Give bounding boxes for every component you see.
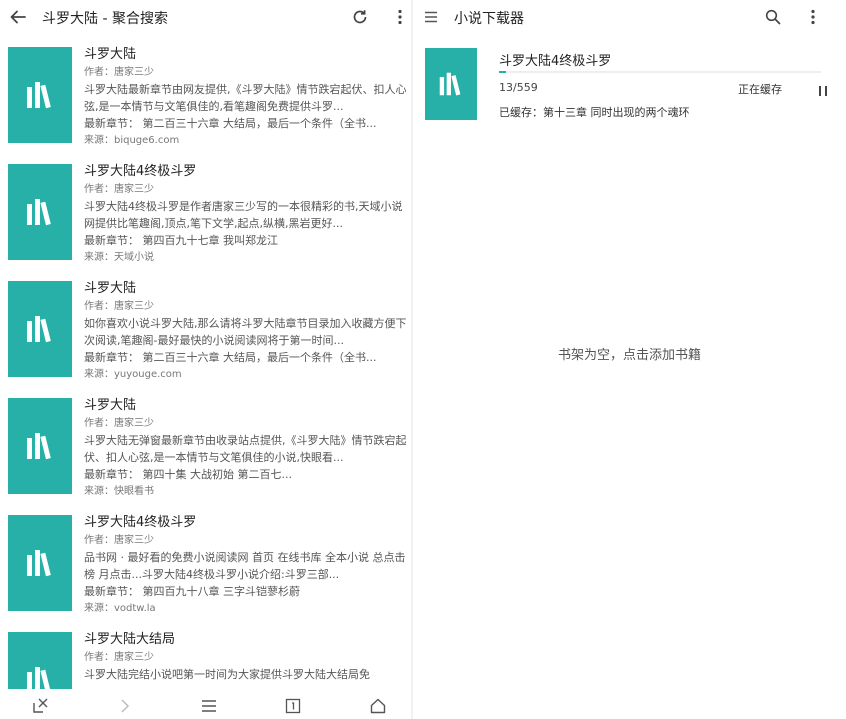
book-author: 作者：唐家三少 <box>84 652 154 663</box>
book-description: 斗罗大陆4终极斗罗是作者唐家三少写的一本很精彩的书,天域小说网提供比笔趣阁,顶点… <box>84 200 403 230</box>
result-item[interactable]: 斗罗大陆 作者：唐家三少 如你喜欢小说斗罗大陆,那么请将斗罗大陆章节目录加入收藏… <box>0 270 411 387</box>
book-title: 斗罗大陆 <box>84 398 137 413</box>
book-cover <box>8 515 72 611</box>
tabs-icon <box>285 698 301 714</box>
forward-button[interactable] <box>110 692 138 719</box>
books-icon <box>27 316 51 343</box>
result-item[interactable]: 斗罗大陆 作者：唐家三少 斗罗大陆无弹窗最新章节由收录站点提供,《斗罗大陆》情节… <box>0 387 411 504</box>
search-button[interactable] <box>759 3 787 31</box>
pause-icon <box>819 86 827 96</box>
books-icon <box>27 550 51 577</box>
book-cover <box>425 48 477 120</box>
download-progress-bar <box>499 71 821 73</box>
download-book-title: 斗罗大陆4终极斗罗 <box>499 54 612 69</box>
app-title: 小说下载器 <box>454 11 524 27</box>
result-item[interactable]: 斗罗大陆4终极斗罗 作者：唐家三少 斗罗大陆4终极斗罗是作者唐家三少写的一本很精… <box>0 153 411 270</box>
search-icon <box>765 9 781 25</box>
result-item[interactable]: 斗罗大陆大结局 作者：唐家三少 斗罗大陆完结小说吧第一时间为大家提供斗罗大陆大结… <box>0 621 411 689</box>
cached-chapter: 已缓存：第十三章 同时出现的两个魂环 <box>499 106 690 119</box>
more-options-button[interactable] <box>386 3 411 31</box>
more-vert-icon <box>398 9 402 25</box>
home-icon <box>370 698 386 714</box>
book-source: 来源：天域小说 <box>84 252 154 263</box>
close-page-button[interactable] <box>26 692 54 719</box>
close-page-icon <box>33 698 48 713</box>
page-title: 斗罗大陆 - 聚合搜索 <box>42 11 168 27</box>
result-item[interactable]: 斗罗大陆4终极斗罗 作者：唐家三少 品书网 · 最好看的免费小说阅读网 首页 在… <box>0 504 411 621</box>
book-description: 品书网 · 最好看的免费小说阅读网 首页 在线书库 全本小说 总点击榜 月点击.… <box>84 551 406 581</box>
browser-bottom-bar <box>0 689 411 719</box>
book-cover <box>8 398 72 494</box>
book-cover <box>8 47 72 143</box>
downloader-app-bar: 小说下载器 <box>413 0 846 34</box>
book-cover <box>8 632 72 689</box>
latest-chapter: 最新章节： 第四十集 大战初始 第二百七... <box>84 468 292 481</box>
nav-menu-button[interactable] <box>417 3 445 31</box>
novel-downloader-panel: 小说下载器 斗罗大陆4终极斗罗 13/559 正在缓存 已缓存：第十三章 同时出… <box>413 0 846 719</box>
book-cover <box>8 164 72 260</box>
latest-chapter: 最新章节： 第四百九十七章 我叫郑龙江 <box>84 234 278 247</box>
books-icon <box>27 667 51 689</box>
home-button[interactable] <box>364 692 392 719</box>
menu-button[interactable] <box>195 692 223 719</box>
search-app-bar: 斗罗大陆 - 聚合搜索 <box>0 0 411 34</box>
book-title: 斗罗大陆4终极斗罗 <box>84 515 197 530</box>
book-title: 斗罗大陆 <box>84 281 137 296</box>
book-title: 斗罗大陆大结局 <box>84 632 176 647</box>
book-description: 斗罗大陆无弹窗最新章节由收录站点提供,《斗罗大陆》情节跌宕起伏、扣人心弦,是一本… <box>84 434 407 464</box>
tabs-button[interactable] <box>279 692 307 719</box>
book-source: 来源：vodtw.la <box>84 603 156 614</box>
books-icon <box>27 82 51 109</box>
book-author: 作者：唐家三少 <box>84 301 154 312</box>
book-description: 斗罗大陆最新章节由网友提供,《斗罗大陆》情节跌宕起伏、扣人心弦,是一本情节与文笔… <box>84 83 407 113</box>
books-icon <box>27 199 51 226</box>
download-count: 13/559 <box>499 81 538 94</box>
latest-chapter: 最新章节： 第二百三十六章 大结局，最后一个条件（全书... <box>84 351 377 364</box>
forward-icon <box>121 699 130 713</box>
latest-chapter: 最新章节： 第二百三十六章 大结局，最后一个条件（全书... <box>84 117 377 130</box>
book-source: 来源：快眼看书 <box>84 486 154 497</box>
refresh-button[interactable] <box>346 3 374 31</box>
book-source: 来源：yuyouge.com <box>84 369 182 380</box>
result-item[interactable]: 斗罗大陆 作者：唐家三少 斗罗大陆最新章节由网友提供,《斗罗大陆》情节跌宕起伏、… <box>0 36 411 153</box>
more-options-button[interactable] <box>799 3 827 31</box>
book-source: 来源：biquge6.com <box>84 135 180 146</box>
download-task-card[interactable]: 斗罗大陆4终极斗罗 13/559 正在缓存 已缓存：第十三章 同时出现的两个魂环 <box>421 44 838 126</box>
menu-icon <box>425 11 437 23</box>
download-status: 正在缓存 <box>738 83 782 96</box>
empty-shelf-message[interactable]: 书架为空，点击添加书籍 <box>413 344 846 363</box>
book-title: 斗罗大陆 <box>84 47 137 62</box>
download-progress-fill <box>499 71 507 73</box>
book-author: 作者：唐家三少 <box>84 67 154 78</box>
menu-icon <box>202 700 216 712</box>
arrow-left-icon <box>10 10 26 24</box>
book-cover <box>8 281 72 377</box>
refresh-icon <box>353 10 367 24</box>
more-vert-icon <box>811 9 815 25</box>
book-author: 作者：唐家三少 <box>84 535 154 546</box>
book-description: 斗罗大陆完结小说吧第一时间为大家提供斗罗大陆大结局免 <box>84 668 370 681</box>
book-description: 如你喜欢小说斗罗大陆,那么请将斗罗大陆章节目录加入收藏方便下次阅读,笔趣阁-最好… <box>84 317 407 347</box>
book-author: 作者：唐家三少 <box>84 418 154 429</box>
pause-button[interactable] <box>809 77 837 105</box>
books-icon <box>439 72 461 96</box>
search-results-panel: 斗罗大陆 - 聚合搜索 斗罗大陆 作者：唐家三少 斗罗大陆最新章节由网友提供,《… <box>0 0 411 719</box>
search-result-list: 斗罗大陆 作者：唐家三少 斗罗大陆最新章节由网友提供,《斗罗大陆》情节跌宕起伏、… <box>0 36 411 689</box>
back-button[interactable] <box>4 3 32 31</box>
latest-chapter: 最新章节： 第四百九十八章 三字斗铠蓼杉蔚 <box>84 585 300 598</box>
book-author: 作者：唐家三少 <box>84 184 154 195</box>
book-title: 斗罗大陆4终极斗罗 <box>84 164 197 179</box>
books-icon <box>27 433 51 460</box>
